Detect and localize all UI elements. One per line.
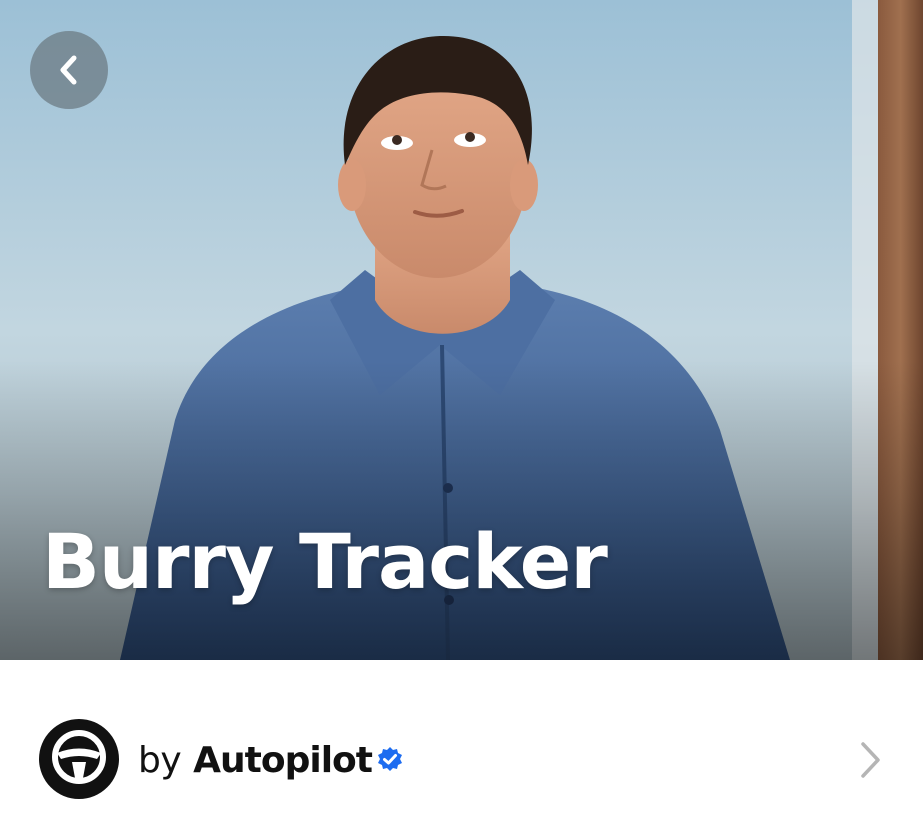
verified-badge-icon (376, 746, 404, 774)
author-name[interactable]: Autopilot (193, 740, 373, 781)
author-prefix: by (138, 739, 182, 781)
avatar (39, 719, 119, 799)
steering-wheel-icon (48, 726, 110, 793)
page-title: Burry Tracker (42, 517, 608, 606)
chevron-right-icon[interactable] (858, 740, 884, 785)
back-button[interactable] (30, 31, 108, 109)
chevron-left-icon (54, 52, 84, 88)
strategy-detail-screen: Burry Tracker by Autopilot (0, 0, 923, 829)
hero-banner: Burry Tracker (0, 0, 923, 660)
author-row[interactable]: by Autopilot (0, 700, 923, 818)
author-byline: by Autopilot (138, 736, 404, 784)
